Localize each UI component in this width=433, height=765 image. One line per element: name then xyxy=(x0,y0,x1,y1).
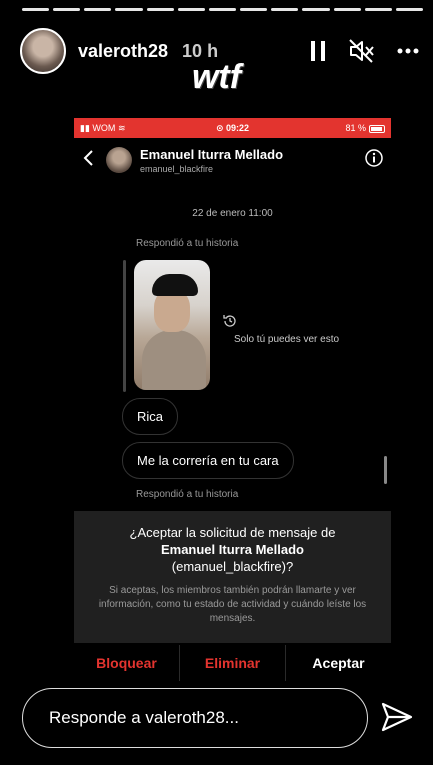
message-request-panel: ¿Aceptar la solicitud de mensaje de Eman… xyxy=(74,511,391,643)
carrier: WOM xyxy=(92,122,116,133)
alarm-icon: ⊙ xyxy=(215,122,224,133)
progress-segment xyxy=(302,8,330,11)
dm-name[interactable]: Emanuel Iturra Mellado xyxy=(140,147,283,162)
story-thumbnail[interactable] xyxy=(134,260,210,390)
history-icon xyxy=(222,313,238,332)
reply-quote-line xyxy=(123,260,126,392)
request-handle: (emanuel_blackfire)? xyxy=(171,559,294,574)
progress-segment xyxy=(240,8,268,11)
progress-segment xyxy=(177,8,205,11)
progress-segment xyxy=(22,8,50,11)
progress-segment xyxy=(271,8,299,11)
message-date: 22 de enero 11:00 xyxy=(192,208,273,219)
message-bubble[interactable]: Me la correría en tu cara xyxy=(122,442,294,479)
progress-segment xyxy=(115,8,143,11)
only-you-text: Solo tú puedes ver esto xyxy=(234,334,340,345)
progress-segment xyxy=(364,8,392,11)
dm-header: Emanuel Iturra Mellado emanuel_blackfire xyxy=(74,138,391,182)
embedded-screenshot: ▮▮ WOM ≋ ⊙ 09:22 81 % Emanuel Iturra Mel… xyxy=(74,118,391,643)
accept-button[interactable]: Aceptar xyxy=(286,645,391,681)
progress-segment xyxy=(395,8,424,11)
status-time: 09:22 xyxy=(226,122,250,133)
phone-status-bar: ▮▮ WOM ≋ ⊙ 09:22 81 % xyxy=(74,118,391,138)
request-note: Si aceptas, los miembros también podrán … xyxy=(98,585,367,624)
progress-segment xyxy=(146,8,174,11)
delete-button[interactable]: Eliminar xyxy=(180,645,285,681)
dm-handle: emanuel_blackfire xyxy=(140,163,214,174)
message-bubble[interactable]: Rica xyxy=(122,398,179,435)
replied-label: Respondió a tu historia xyxy=(136,489,239,500)
battery-level: 81 % xyxy=(345,123,367,133)
progress-segment xyxy=(84,8,112,11)
back-icon[interactable] xyxy=(82,149,94,172)
request-name: Emanuel Iturra Mellado xyxy=(160,542,305,557)
scrollbar[interactable] xyxy=(384,456,387,484)
dm-avatar[interactable] xyxy=(106,147,132,173)
reply-input[interactable]: Responde a valeroth28... xyxy=(22,688,368,748)
battery-icon xyxy=(369,124,386,133)
send-icon[interactable] xyxy=(380,700,414,739)
story-caption: wtf xyxy=(191,58,242,96)
request-question: ¿Aceptar la solicitud de mensaje de xyxy=(129,525,336,540)
wifi-icon: ≋ xyxy=(117,122,126,133)
only-you-notice: Solo tú puedes ver esto xyxy=(222,300,339,345)
story-progress xyxy=(22,8,424,11)
block-button[interactable]: Bloquear xyxy=(74,645,179,681)
progress-segment xyxy=(53,8,81,11)
info-icon[interactable] xyxy=(365,148,383,172)
signal-icon: ▮▮ xyxy=(80,122,90,133)
request-actions: Bloquear Eliminar Aceptar xyxy=(74,645,391,681)
progress-segment xyxy=(208,8,237,11)
replied-label: Respondió a tu historia xyxy=(136,238,239,249)
progress-segment xyxy=(333,8,361,11)
more-options-icon[interactable] xyxy=(397,48,419,54)
